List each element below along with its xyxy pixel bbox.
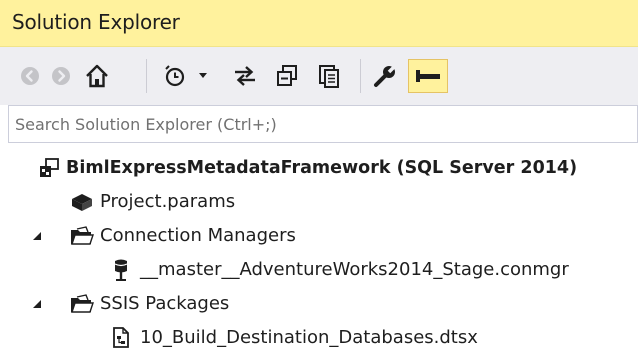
folder-icon [64,293,100,315]
home-button[interactable] [81,59,113,93]
solution-tree: BimlExpressMetadataFramework (SQL Server… [0,143,638,357]
toolbar-separator [360,59,361,93]
tree-root-label: BimlExpressMetadataFramework (SQL Server… [66,158,578,178]
home-icon [84,63,110,89]
tree-item-package[interactable]: 10_Build_Destination_Databases.dtsx [102,321,478,355]
sync-with-active-document-icon [232,63,258,89]
tree-root-project[interactable]: BimlExpressMetadataFramework (SQL Server… [32,151,577,185]
preview-selected-items-button[interactable] [408,59,448,93]
tree-item-ssis-packages[interactable]: SSIS Packages [64,287,229,321]
preview-selected-items-icon [414,69,442,83]
ssis-project-icon [32,156,66,180]
tree-item-label: __master__AdventureWorks2014_Stage.conmg… [140,259,569,280]
expanded-triangle-icon [31,230,43,242]
expand-ssis-packages[interactable] [30,297,44,311]
chevron-down-icon [198,72,208,80]
expand-connection-managers[interactable] [30,229,44,243]
params-icon [64,191,100,213]
toolbar-separator [146,59,147,93]
folder-icon [64,225,100,247]
tree-item-label: Project.params [100,191,236,212]
sync-with-active-document-button[interactable] [230,59,260,93]
solution-explorer-toolbar [0,47,638,105]
tree-item-label: 10_Build_Destination_Databases.dtsx [140,327,478,348]
search-box[interactable] [8,105,638,143]
pending-changes-dropdown[interactable] [195,59,211,93]
package-file-icon [102,326,140,350]
properties-button[interactable] [370,59,400,93]
search-input[interactable] [9,106,637,142]
tree-item-connection-managers[interactable]: Connection Managers [64,219,296,253]
forward-icon [50,65,72,87]
solution-explorer-title-bar: Solution Explorer [0,0,638,47]
collapse-all-icon [274,63,300,89]
pending-changes-filter-icon [162,63,188,89]
tree-item-project-params[interactable]: Project.params [64,185,235,219]
tree-item-label: Connection Managers [100,225,296,246]
properties-wrench-icon [372,63,398,89]
back-icon [19,65,41,87]
database-icon [102,257,140,283]
forward-button[interactable] [49,59,73,93]
window-title: Solution Explorer [12,10,180,34]
expanded-triangle-icon [31,298,43,310]
tree-item-label: SSIS Packages [100,293,230,314]
back-button[interactable] [18,59,42,93]
show-all-files-button[interactable] [314,59,344,93]
tree-item-connection-manager[interactable]: __master__AdventureWorks2014_Stage.conmg… [102,253,569,287]
pending-changes-filter-button[interactable] [160,59,190,93]
collapse-all-button[interactable] [272,59,302,93]
show-all-files-icon [316,63,342,89]
